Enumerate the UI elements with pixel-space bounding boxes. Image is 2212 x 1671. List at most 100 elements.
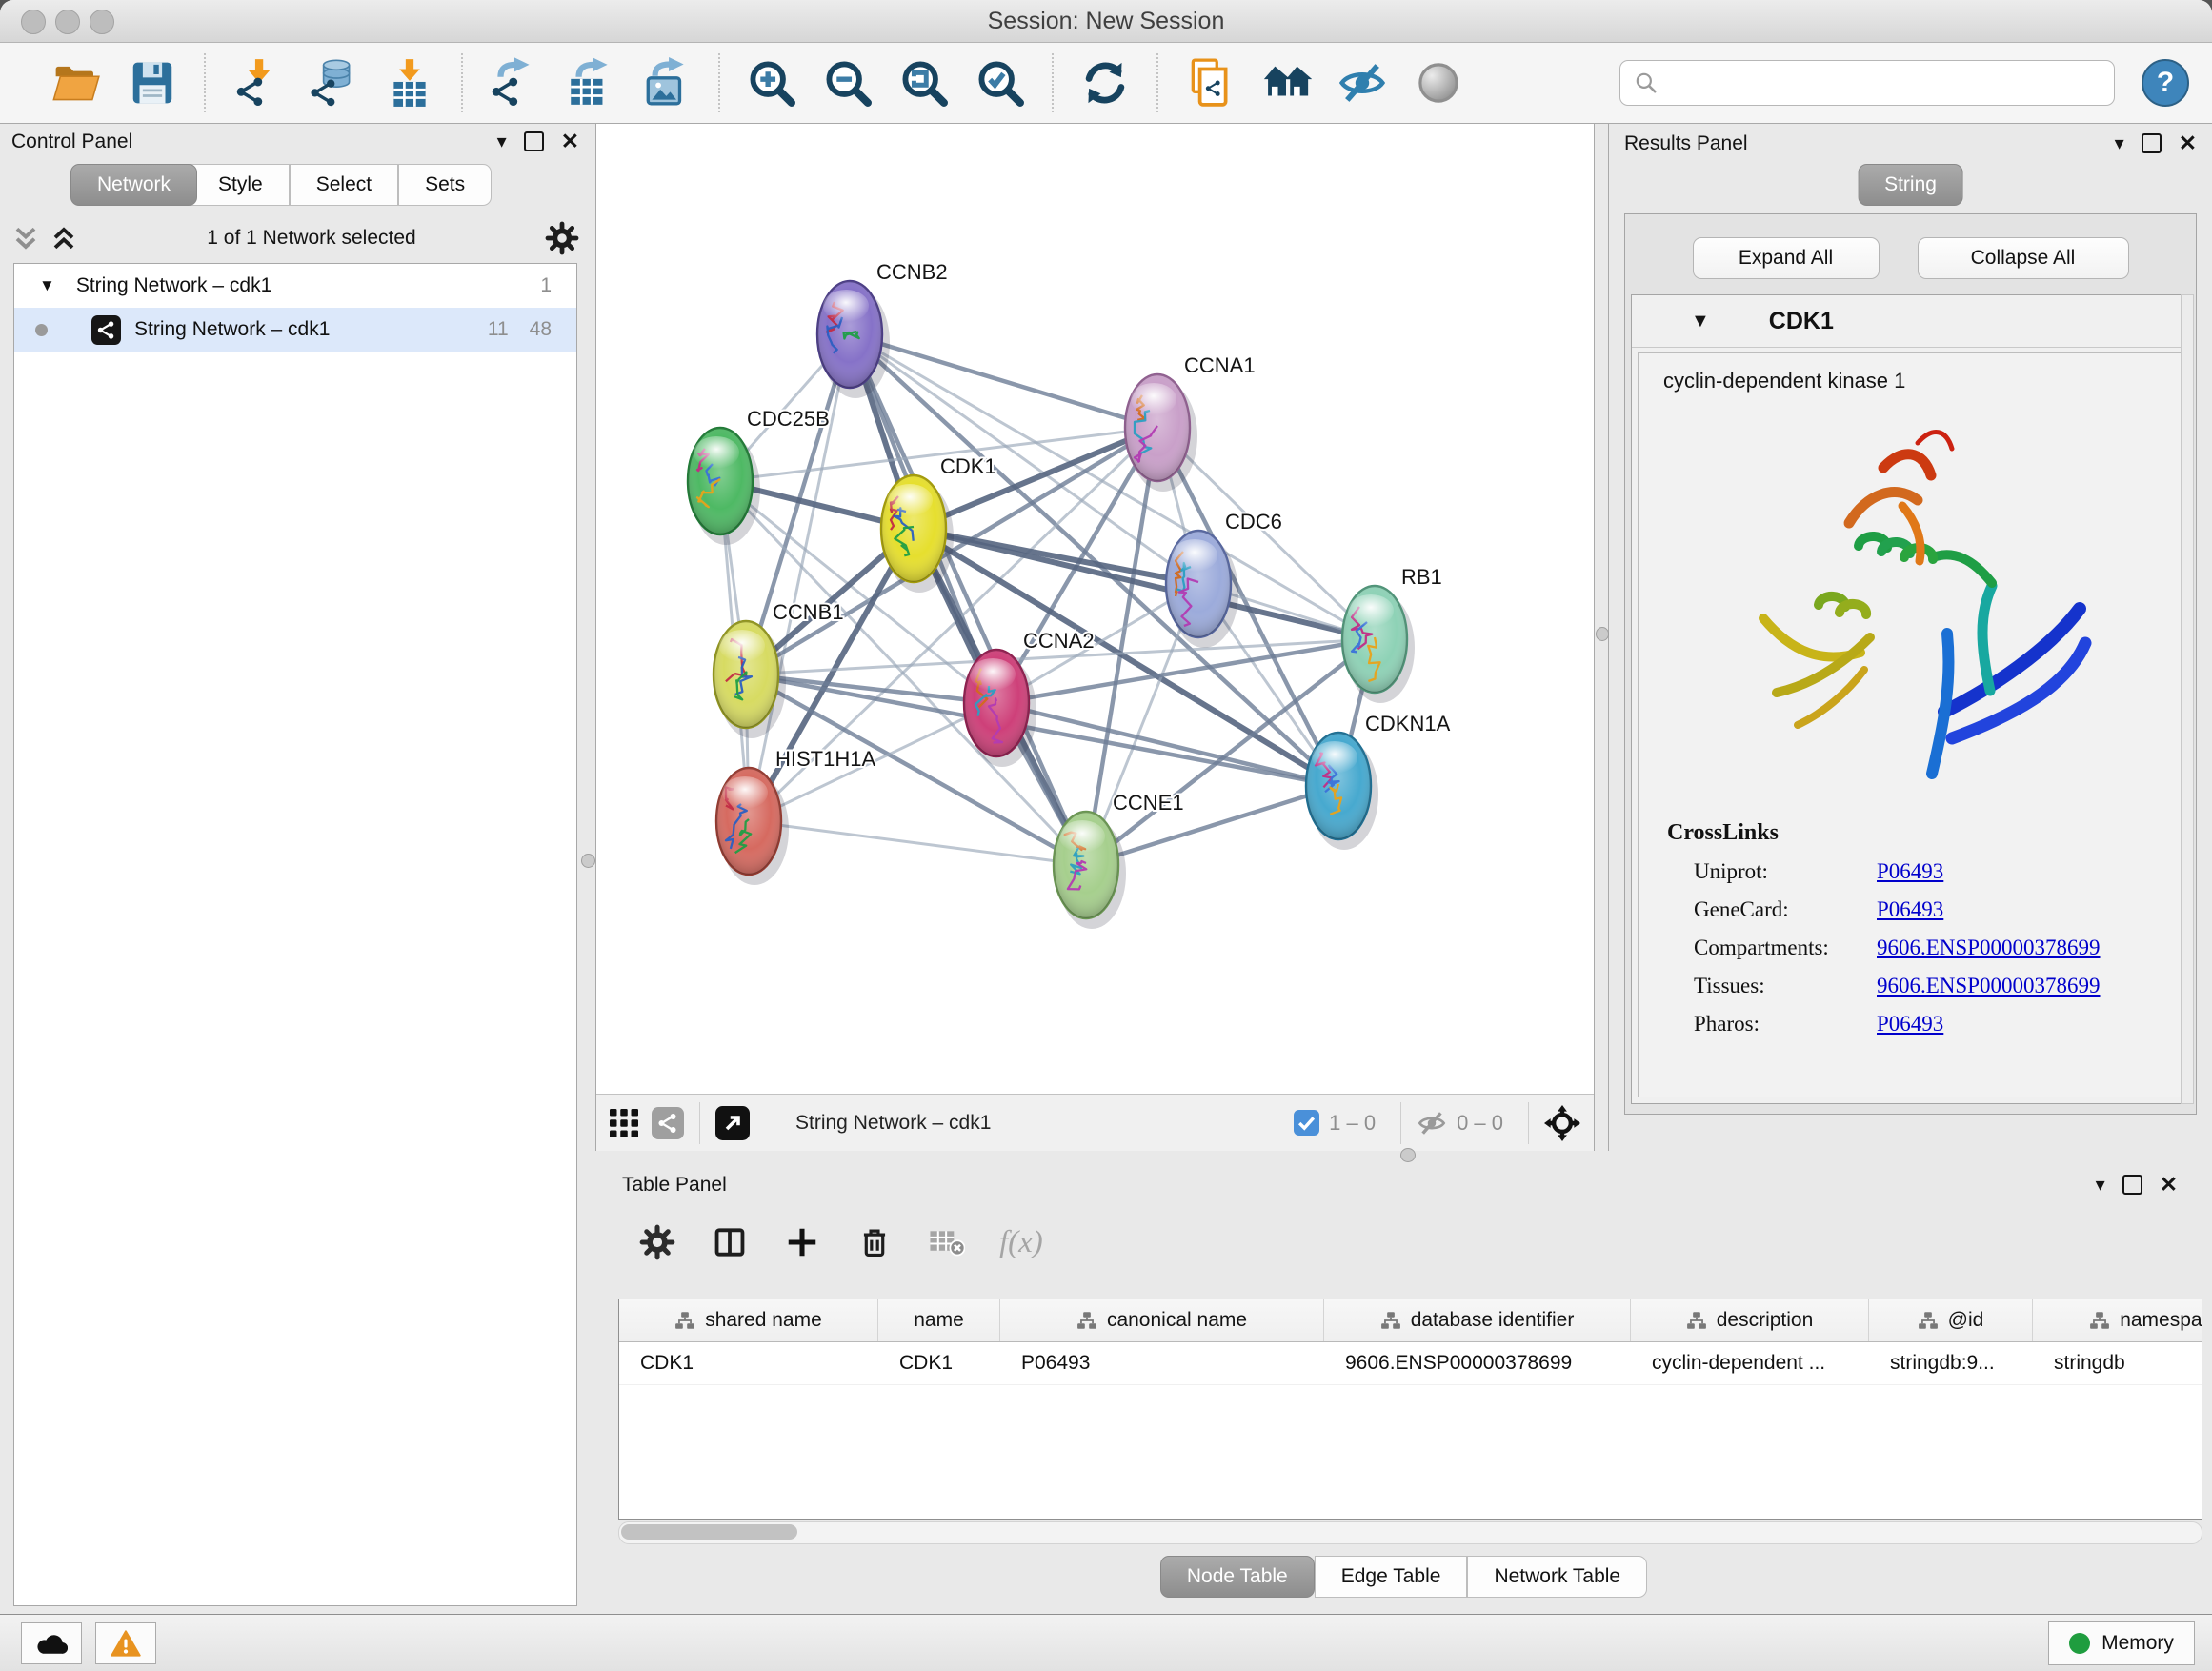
string-network-icon [91,315,121,345]
section-expander-icon[interactable]: ▼ [1691,311,1710,332]
hidden-eye-slash-icon[interactable] [1417,1108,1447,1138]
network-edge[interactable] [850,334,1157,428]
tab-select[interactable]: Select [290,164,398,206]
network-node-RB1[interactable]: RB1 [1342,565,1442,703]
network-thumbnail-icon[interactable] [652,1107,684,1139]
function-builder-icon-disabled[interactable]: f(x) [999,1225,1043,1260]
memory-button[interactable]: Memory [2048,1621,2195,1665]
export-table-button[interactable] [563,55,618,111]
panel-menu-icon[interactable]: ▾ [2096,1173,2105,1197]
network-canvas[interactable]: CCNB2CCNA1CDC25BCDK1CDC6RB1CCNB1CCNA2CDK… [596,124,1594,1094]
zoom-in-button[interactable] [744,55,799,111]
help-button[interactable]: ? [2142,59,2189,107]
open-session-button[interactable] [49,55,104,111]
panel-float-icon[interactable] [2122,1175,2142,1195]
panel-menu-icon[interactable]: ▾ [2115,131,2124,155]
delete-column-icon[interactable] [855,1222,895,1262]
collection-count: 1 [540,274,552,297]
network-edge[interactable] [749,821,1086,865]
left-splitter-handle[interactable] [581,854,595,868]
panel-close-icon[interactable]: ✕ [2179,132,2197,154]
network-node-CCNB2[interactable]: CCNB2 [817,260,948,398]
tab-network-table[interactable]: Network Table [1467,1556,1647,1598]
home-networks-button[interactable] [1258,55,1314,111]
zoom-out-button[interactable] [820,55,875,111]
save-session-button[interactable] [125,55,180,111]
tree-expander-icon[interactable]: ▼ [39,276,55,295]
export-image-button[interactable] [639,55,694,111]
import-network-file-button[interactable] [230,55,285,111]
network-edge[interactable] [850,334,1086,865]
panel-float-icon[interactable] [2142,133,2162,153]
selected-checkbox-icon[interactable] [1294,1110,1319,1136]
warning-status-button[interactable] [95,1622,156,1664]
expand-all-button[interactable]: Expand All [1693,237,1880,279]
grid-view-icon[interactable] [610,1109,638,1137]
import-table-file-button[interactable] [382,55,437,111]
window-minimize-button[interactable] [55,10,80,34]
collapse-all-icon[interactable] [11,224,40,252]
table-row[interactable]: CDK1CDK1P064939606.ENSP00000378699cyclin… [619,1342,2202,1385]
results-scrollbar[interactable] [2181,294,2194,1104]
table-horizontal-scrollbar[interactable] [618,1521,2202,1544]
birdseye-crosshair-icon[interactable] [1544,1105,1580,1141]
network-node-CCNA1[interactable]: CCNA1 [1125,353,1256,492]
delete-table-icon-disabled[interactable] [927,1222,967,1262]
network-node-label: CCNB1 [773,600,844,624]
toolbar-separator [718,53,720,112]
panel-close-icon[interactable]: ✕ [2160,1174,2178,1196]
tab-sets[interactable]: Sets [398,164,492,206]
column-header-shared-name[interactable]: shared name [619,1299,878,1341]
tab-style[interactable]: Style [191,164,290,206]
column-header-database-identifier[interactable]: database identifier [1324,1299,1631,1341]
column-header-canonical-name[interactable]: canonical name [1000,1299,1324,1341]
window-close-button[interactable] [21,10,46,34]
hide-selected-button[interactable] [1335,55,1390,111]
collapse-all-button[interactable]: Collapse All [1918,237,2129,279]
network-from-document-button[interactable] [1182,55,1237,111]
tab-string[interactable]: String [1858,164,1963,206]
zoom-fit-button[interactable] [896,55,952,111]
network-row[interactable]: String Network – cdk1 11 48 [14,308,576,352]
network-node-CDKN1A[interactable]: CDKN1A [1306,712,1451,850]
network-collection-row[interactable]: ▼ String Network – cdk1 1 [14,264,576,308]
show-columns-icon[interactable] [710,1222,750,1262]
cloud-status-button[interactable] [21,1622,82,1664]
expand-all-icon[interactable] [50,224,78,252]
right-splitter-handle[interactable] [1596,627,1609,641]
crosslink-link[interactable]: P06493 [1877,859,1943,884]
tab-network[interactable]: Network [70,164,197,206]
export-network-button[interactable] [487,55,542,111]
tab-edge-table[interactable]: Edge Table [1315,1556,1468,1598]
crosslink-link[interactable]: 9606.ENSP00000378699 [1877,974,2101,998]
crosslink-link[interactable]: 9606.ENSP00000378699 [1877,936,2101,960]
show-hidden-button[interactable] [1411,55,1466,111]
column-header-namespace[interactable]: namespace [2033,1299,2202,1341]
network-node-HIST1H1A[interactable]: HIST1H1A [716,747,875,885]
zoom-selected-button[interactable] [973,55,1028,111]
network-node-CCNE1[interactable]: CCNE1 [1054,791,1184,929]
column-header-name[interactable]: name [878,1299,1000,1341]
import-network-database-button[interactable] [306,55,361,111]
network-edge[interactable] [996,703,1338,786]
apply-layout-button[interactable] [1077,55,1133,111]
tab-node-table[interactable]: Node Table [1160,1556,1315,1598]
memory-label: Memory [2101,1632,2174,1655]
detach-view-icon[interactable] [715,1106,750,1140]
panel-float-icon[interactable] [524,131,544,151]
bottom-splitter-handle[interactable] [1400,1148,1416,1162]
search-input[interactable] [1668,70,2101,95]
scrollbar-thumb[interactable] [621,1524,797,1540]
window-zoom-button[interactable] [90,10,114,34]
network-options-gear-icon[interactable] [545,221,579,255]
crosslink-link[interactable]: P06493 [1877,1012,1943,1037]
table-options-gear-icon[interactable] [637,1222,677,1262]
panel-menu-icon[interactable]: ▾ [497,130,507,153]
add-column-icon[interactable] [782,1222,822,1262]
crosslink-link[interactable]: P06493 [1877,897,1943,922]
column-header--id[interactable]: @id [1869,1299,2033,1341]
network-node-CCNA2[interactable]: CCNA2 [964,629,1095,767]
column-header-description[interactable]: description [1631,1299,1869,1341]
panel-close-icon[interactable]: ✕ [561,131,579,152]
node-section-header[interactable]: ▼ CDK1 [1632,295,2189,348]
